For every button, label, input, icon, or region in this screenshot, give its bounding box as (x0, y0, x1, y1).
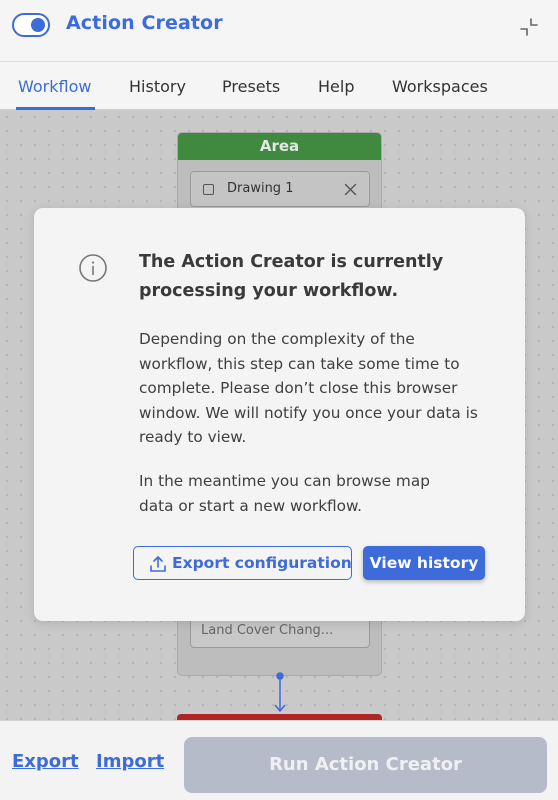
close-icon[interactable] (344, 183, 357, 196)
dialog-body-secondary: In the meantime you can browse map data … (139, 472, 430, 515)
drawing-label: Drawing 1 (227, 181, 294, 196)
tab-workspaces[interactable]: Workspaces (392, 62, 488, 110)
connector-arrow-icon (274, 672, 286, 713)
run-action-creator-button[interactable]: Run Action Creator (184, 737, 547, 793)
tab-history[interactable]: History (129, 62, 186, 110)
drawing-checkbox[interactable] (203, 184, 214, 195)
app-title: Action Creator (66, 12, 223, 34)
info-icon (79, 254, 107, 282)
upload-icon (150, 556, 166, 572)
collapse-icon[interactable] (518, 16, 540, 38)
export-link[interactable]: Export (12, 751, 79, 772)
tab-bar: Workflow History Presets Help Workspaces (0, 62, 558, 110)
footer: Export Import Run Action Creator (0, 720, 558, 800)
area-node-title: Area (178, 133, 381, 160)
dialog-body: Depending on the complexity of the workf… (139, 330, 478, 446)
toggle-knob (31, 18, 45, 32)
export-configuration-button[interactable]: Export configuration (133, 546, 352, 580)
tab-workflow[interactable]: Workflow (15, 62, 96, 110)
import-link[interactable]: Import (96, 751, 164, 772)
processing-dialog: The Action Creator is currently processi… (34, 208, 525, 621)
dialog-title: The Action Creator is currently processi… (139, 252, 444, 301)
view-history-button[interactable]: View history (363, 546, 485, 580)
export-configuration-label: Export configuration (172, 554, 352, 572)
tab-help[interactable]: Help (318, 62, 354, 110)
power-toggle[interactable] (12, 13, 50, 37)
drawing-item[interactable]: Drawing 1 (190, 171, 370, 207)
header: Action Creator (0, 0, 558, 62)
tab-presets[interactable]: Presets (222, 62, 280, 110)
